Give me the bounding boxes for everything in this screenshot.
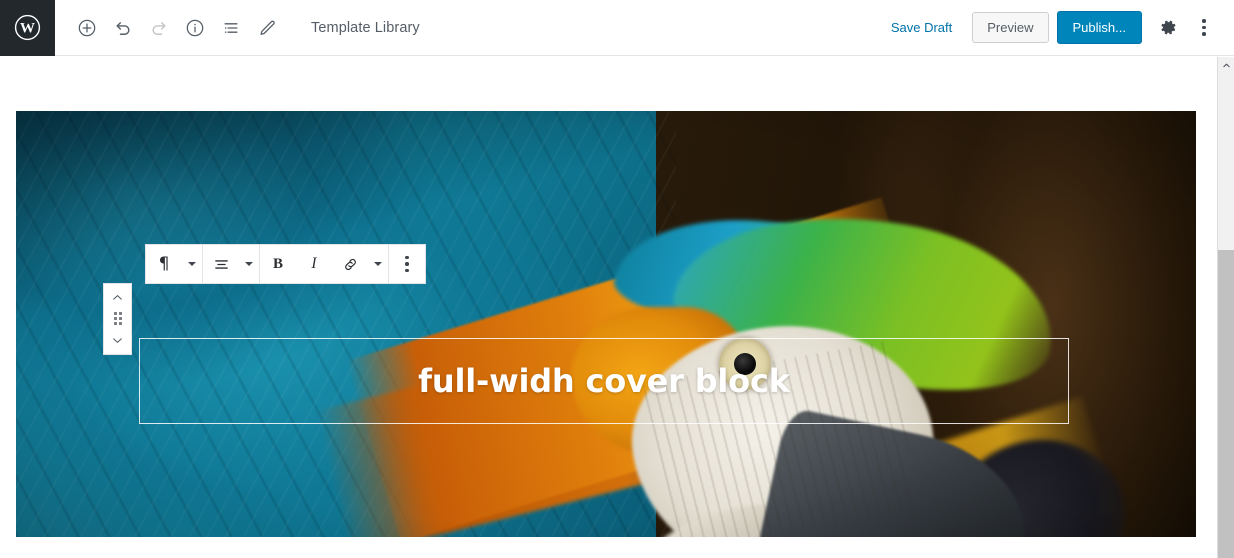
link-button[interactable]	[332, 245, 368, 283]
svg-text:W: W	[20, 20, 35, 37]
document-title: Template Library	[311, 19, 420, 36]
content-structure-button[interactable]	[177, 10, 213, 46]
align-text-button[interactable]	[203, 245, 239, 283]
chevron-up-icon	[1222, 63, 1230, 68]
block-more-options-button[interactable]	[389, 245, 425, 283]
editor-window: W Template Library Save Draft Preview Pu…	[0, 0, 1234, 558]
preview-button[interactable]: Preview	[972, 12, 1049, 43]
italic-icon: I	[311, 255, 317, 272]
editor-header: W Template Library Save Draft Preview Pu…	[0, 0, 1234, 56]
alignment-group	[203, 245, 260, 283]
scrollbar-thumb[interactable]	[1218, 250, 1234, 558]
save-draft-button[interactable]: Save Draft	[879, 14, 964, 41]
more-menu-button[interactable]	[1186, 10, 1222, 46]
macaw-photo	[16, 111, 1196, 537]
align-center-icon	[214, 259, 228, 269]
gear-icon[interactable]	[1150, 10, 1186, 46]
block-type-group: ¶	[146, 245, 203, 283]
vertical-ellipsis-icon	[1202, 19, 1206, 36]
header-actions: Save Draft Preview Publish...	[879, 10, 1234, 46]
chevron-down-icon	[374, 262, 382, 266]
block-type-caret[interactable]	[182, 245, 202, 283]
link-chain-icon	[344, 258, 356, 270]
formatting-group: B I	[260, 245, 389, 283]
vertical-ellipsis-icon	[405, 255, 409, 273]
chevron-down-icon	[188, 262, 196, 266]
redo-button[interactable]	[141, 10, 177, 46]
wordpress-logo-icon[interactable]: W	[0, 0, 55, 56]
block-type-button[interactable]: ¶	[146, 245, 182, 283]
undo-button[interactable]	[105, 10, 141, 46]
pilcrow-icon: ¶	[158, 253, 170, 274]
paragraph-block-selected[interactable]: full-widh cover block	[139, 338, 1069, 424]
block-toolbar: ¶ B I	[145, 244, 426, 284]
block-navigation-button[interactable]	[213, 10, 249, 46]
photo-vignette	[16, 111, 1196, 537]
chevron-down-icon	[245, 262, 253, 266]
move-up-button[interactable]	[104, 287, 131, 308]
bold-button[interactable]: B	[260, 245, 296, 283]
scroll-up-button[interactable]	[1218, 57, 1234, 74]
header-tools	[69, 10, 285, 46]
edit-mode-button[interactable]	[249, 10, 285, 46]
vertical-scrollbar[interactable]	[1217, 57, 1234, 558]
alignment-caret[interactable]	[239, 245, 259, 283]
publish-button[interactable]: Publish...	[1056, 11, 1142, 44]
add-block-button[interactable]	[69, 10, 105, 46]
cover-heading-text[interactable]: full-widh cover block	[140, 362, 1068, 400]
formatting-caret[interactable]	[368, 245, 388, 283]
editor-canvas: full-widh cover block ¶ B I	[0, 57, 1219, 558]
more-group	[389, 245, 425, 283]
move-down-button[interactable]	[104, 330, 131, 351]
bold-icon: B	[272, 255, 283, 272]
italic-button[interactable]: I	[296, 245, 332, 283]
cover-block[interactable]: full-widh cover block	[16, 111, 1196, 537]
drag-handle-dots-icon[interactable]	[104, 308, 131, 329]
block-mover-controls	[103, 283, 132, 355]
